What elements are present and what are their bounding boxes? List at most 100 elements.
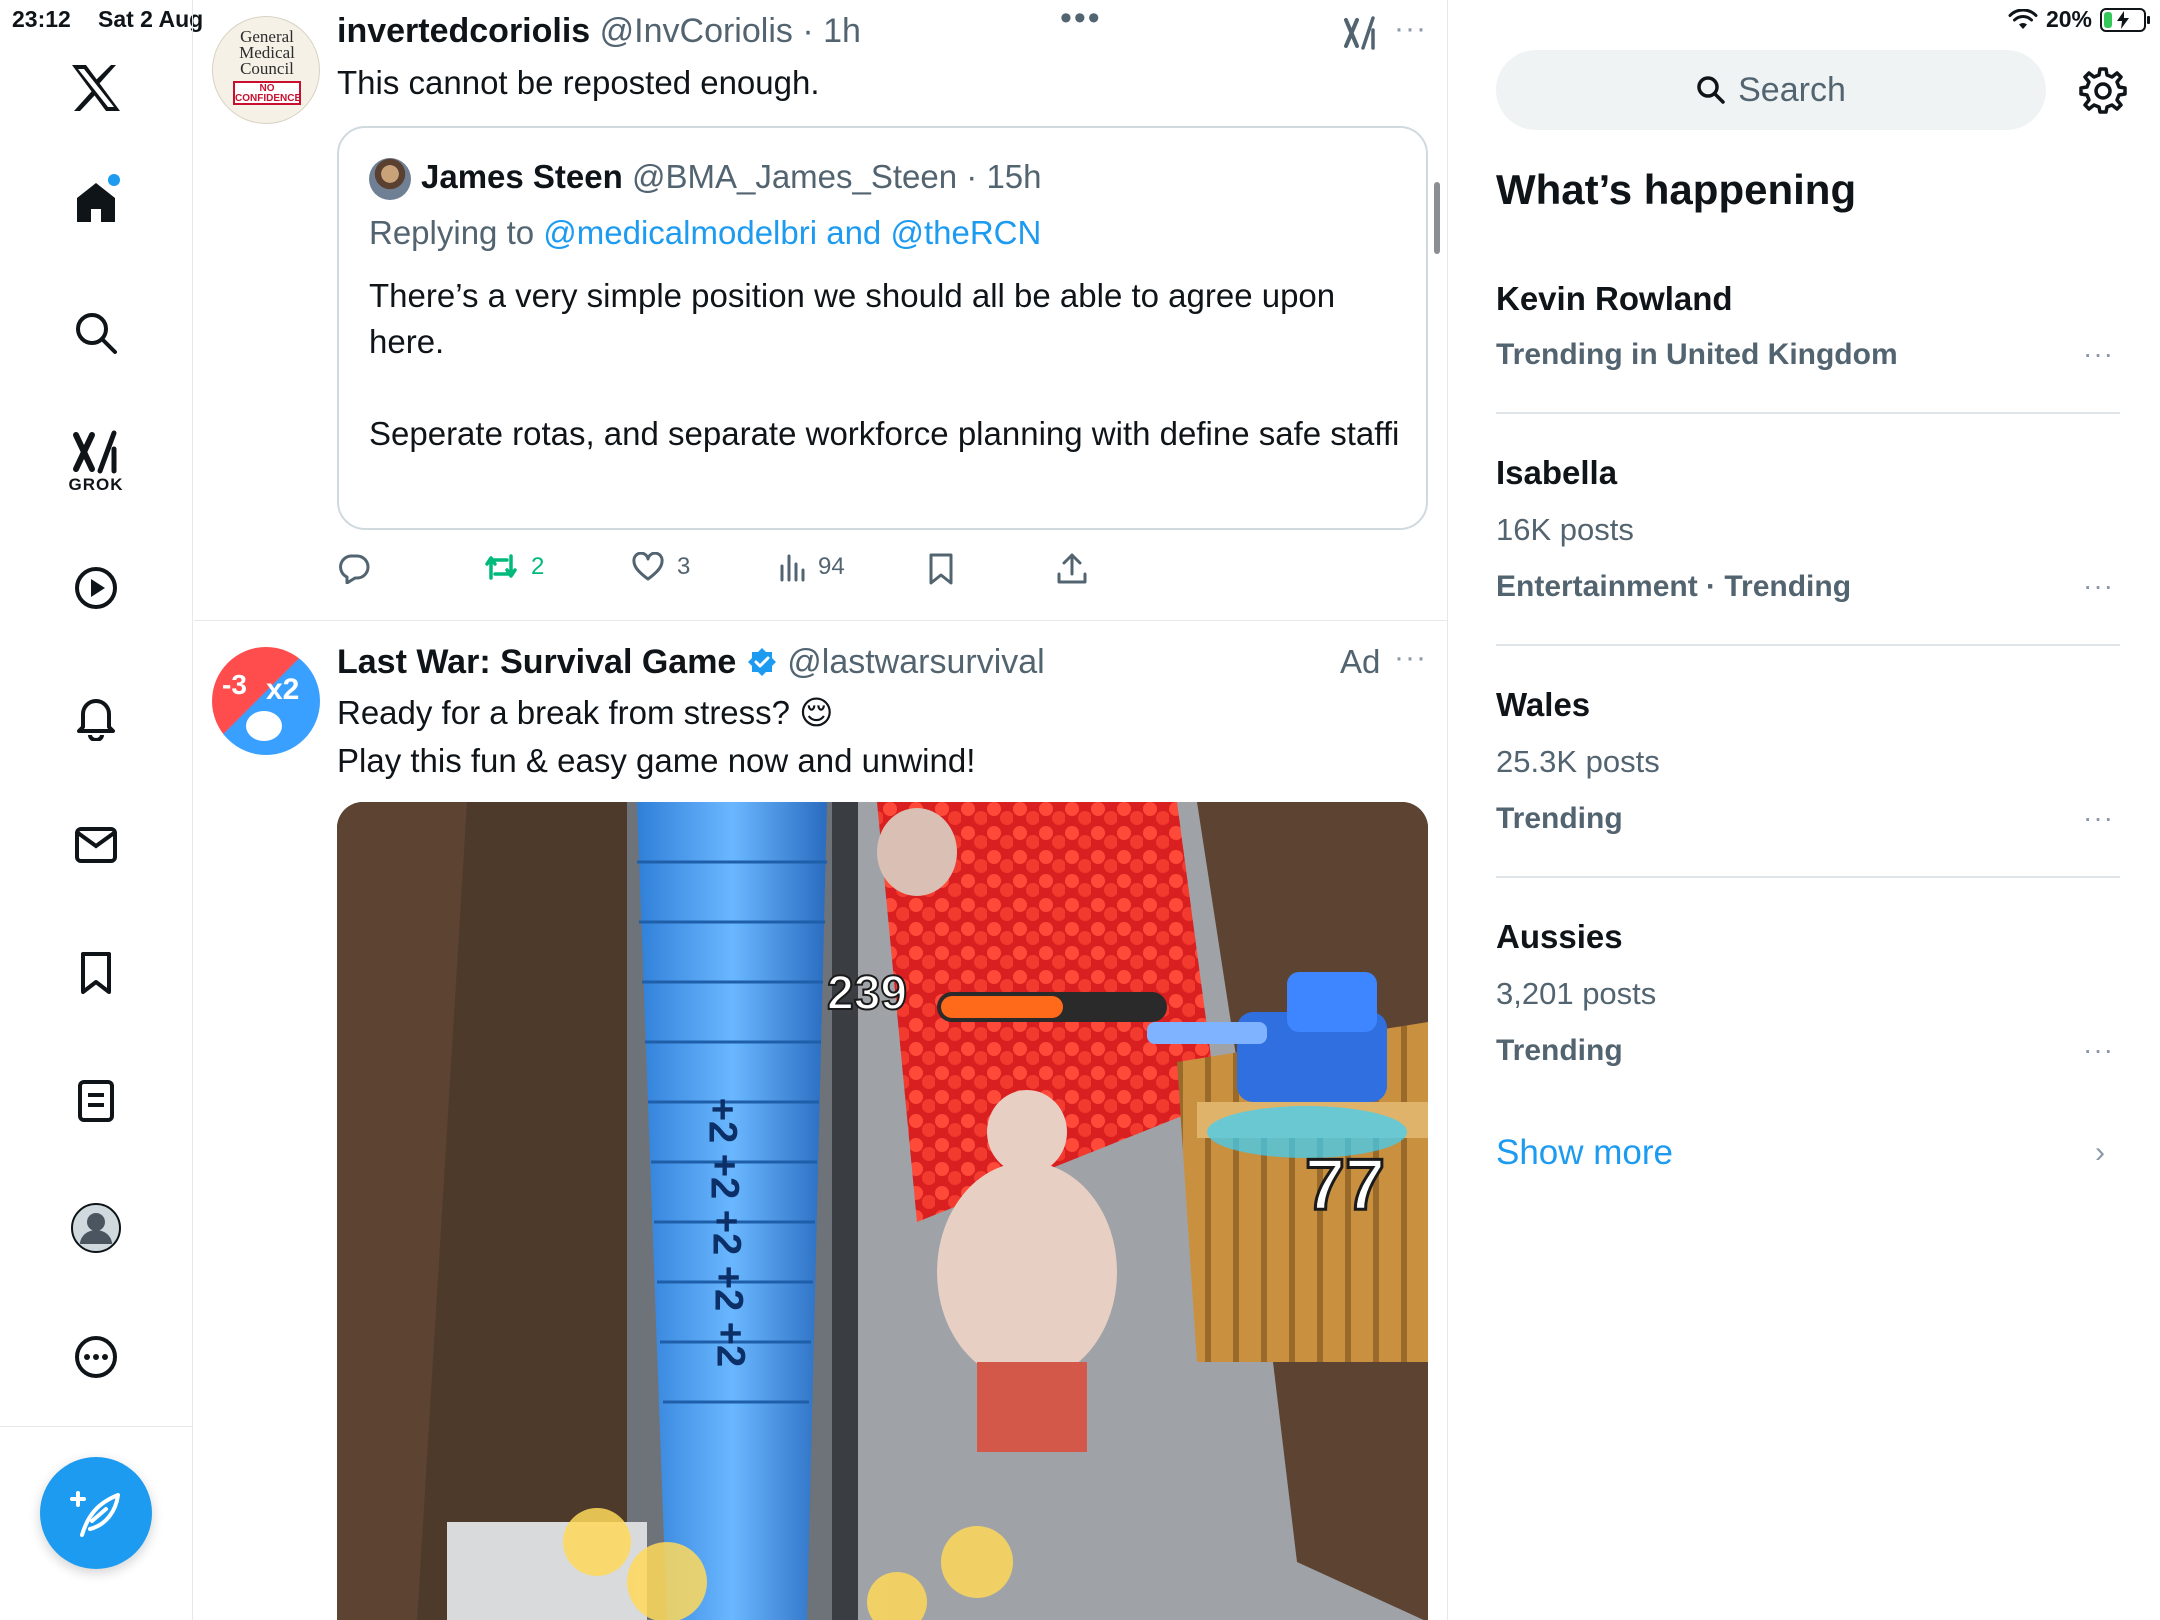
nav-explore[interactable] (64, 301, 128, 365)
trend-separator (1496, 876, 2120, 878)
trend-context: Trending (1496, 802, 1623, 835)
reply-icon (339, 554, 370, 584)
trend-context: Entertainment · Trending (1496, 570, 1852, 603)
like-button[interactable]: 3 (631, 552, 690, 582)
search-icon (76, 313, 117, 354)
more-options-icon[interactable]: ··· (1394, 641, 1427, 675)
avatar[interactable]: General Medical Council NO CONFIDENCE (212, 16, 320, 124)
trend-separator (1496, 412, 2120, 414)
more-circle-icon (75, 1336, 117, 1378)
grok-icon (73, 430, 117, 474)
trend-more-icon[interactable]: ··· (2083, 570, 2114, 602)
quote-body: There’s a very simple position we should… (369, 273, 1399, 457)
replying-prefix: Replying to (369, 214, 535, 251)
trend-separator (1496, 644, 2120, 646)
replying-to: Replying to @medicalmodelbri and @theRCN (369, 214, 1041, 252)
avatar-text-line: Council (240, 59, 294, 78)
compose-feather-icon (70, 1491, 120, 1537)
stair-label: +2 (706, 1265, 751, 1312)
avatar[interactable]: -3 x2 (212, 647, 320, 755)
tweet-header: Last War: Survival Game @lastwarsurvival (337, 643, 1045, 682)
trend-context: Trending in United Kingdom (1496, 338, 1898, 371)
ad-video[interactable]: 239 77 +2 +2 +2 +2 +2 (337, 802, 1428, 1620)
trend-item[interactable]: Kevin Rowland Trending in United Kingdom… (1496, 276, 2120, 396)
nav-more[interactable] (64, 1325, 128, 1389)
trend-post-count: 25.3K posts (1496, 744, 1660, 779)
trend-more-icon[interactable]: ··· (2083, 1034, 2114, 1066)
share-icon (1057, 553, 1087, 584)
right-sidebar: Search What’s happening Kevin Rowland Tr… (1449, 0, 2160, 1620)
bookmark-icon (929, 553, 953, 585)
tweet-last-war-ad[interactable]: -3 x2 Last War: Survival Game @lastwarsu… (194, 621, 1447, 1620)
tweet-time[interactable]: · 1h (802, 12, 861, 50)
profile-avatar-icon (71, 1203, 121, 1253)
avatar-badge-text: x2 (266, 673, 300, 706)
more-options-icon[interactable]: ··· (1394, 12, 1427, 46)
trend-more-icon[interactable]: ··· (2083, 802, 2114, 834)
trend-name: Isabella (1496, 454, 1618, 491)
nav-video[interactable] (64, 556, 128, 620)
repost-button[interactable]: 2 (483, 552, 544, 582)
trend-context: Trending (1496, 1034, 1623, 1067)
quoted-tweet[interactable]: James Steen @BMA_James_Steen · 15h Reply… (337, 126, 1428, 530)
nav-bookmarks[interactable] (64, 941, 128, 1005)
tweet-actions: 2 3 94 (337, 552, 1337, 592)
tweet-inverted-coriolis[interactable]: General Medical Council NO CONFIDENCE in… (194, 0, 1447, 620)
views-chart-icon (780, 554, 805, 582)
tweet-text: This cannot be reposted enough. (337, 64, 820, 101)
quote-time: · 15h (966, 158, 1042, 195)
section-title: What’s happening (1496, 166, 1857, 213)
timeline[interactable]: ••• General Medical Council NO CONFIDENC… (194, 0, 1448, 1620)
nav-profile[interactable] (64, 1196, 128, 1260)
author-handle[interactable]: @InvCoriolis (600, 12, 793, 50)
grok-icon[interactable] (1342, 14, 1378, 52)
trend-item[interactable]: Aussies 3,201 posts Trending ··· (1496, 914, 2120, 1084)
author-name[interactable]: Last War: Survival Game (337, 643, 736, 681)
views-button[interactable]: 94 (778, 552, 845, 582)
unread-dot (108, 174, 120, 186)
tweet-text-line: Play this fun & easy game now and unwind… (337, 742, 976, 779)
replying-users-link[interactable]: @medicalmodelbri and @theRCN (543, 214, 1041, 251)
nav-notifications[interactable] (64, 685, 128, 749)
trend-item[interactable]: Wales 25.3K posts Trending ··· (1496, 682, 2120, 852)
heart-icon (632, 552, 664, 581)
stair-label: +2 (700, 1097, 745, 1144)
nav-home[interactable] (64, 170, 128, 234)
quote-avatar[interactable] (369, 158, 411, 200)
show-more-link[interactable]: Show more (1496, 1133, 1673, 1173)
verified-badge-icon (747, 648, 776, 676)
avatar-badge-text: -3 (222, 669, 247, 700)
tweet-text: Ready for a break from stress? 😌 Play th… (337, 689, 975, 785)
author-name[interactable]: invertedcoriolis (337, 12, 590, 50)
trend-more-icon[interactable]: ··· (2083, 338, 2114, 370)
play-circle-icon (75, 567, 117, 609)
author-handle[interactable]: @lastwarsurvival (787, 643, 1044, 681)
stair-label: +2 (708, 1321, 753, 1368)
x-logo-icon[interactable] (64, 56, 128, 120)
search-input[interactable]: Search (1496, 50, 2046, 130)
tweet-header: invertedcoriolis @InvCoriolis · 1h (337, 12, 861, 51)
nav-grok[interactable]: GROK (64, 422, 128, 502)
left-nav: GROK (0, 0, 193, 1620)
repost-icon (485, 554, 517, 580)
view-count: 94 (818, 553, 845, 580)
avatar-stamp-line: CONFIDENCE (235, 93, 302, 104)
nav-lists[interactable] (64, 1069, 128, 1133)
health-bar-fill (941, 996, 1063, 1018)
stair-label: +2 (702, 1153, 747, 1200)
chevron-right-icon[interactable]: › (2095, 1136, 2105, 1170)
trend-post-count: 16K posts (1496, 512, 1634, 547)
reply-button[interactable] (337, 552, 371, 584)
share-button[interactable] (1055, 552, 1089, 586)
nav-messages[interactable] (64, 813, 128, 877)
compose-button[interactable] (40, 1457, 152, 1569)
bookmark-button[interactable] (926, 552, 956, 586)
stair-label: +2 (704, 1209, 749, 1256)
trend-name: Kevin Rowland (1496, 280, 1733, 317)
gear-icon[interactable] (2079, 66, 2127, 114)
trend-item[interactable]: Isabella 16K posts Entertainment · Trend… (1496, 450, 2120, 620)
quote-author-name[interactable]: James Steen (421, 158, 623, 195)
quote-author-handle[interactable]: @BMA_James_Steen (632, 158, 957, 195)
search-placeholder: Search (1738, 70, 1846, 109)
ad-label: Ad (1340, 643, 1381, 680)
